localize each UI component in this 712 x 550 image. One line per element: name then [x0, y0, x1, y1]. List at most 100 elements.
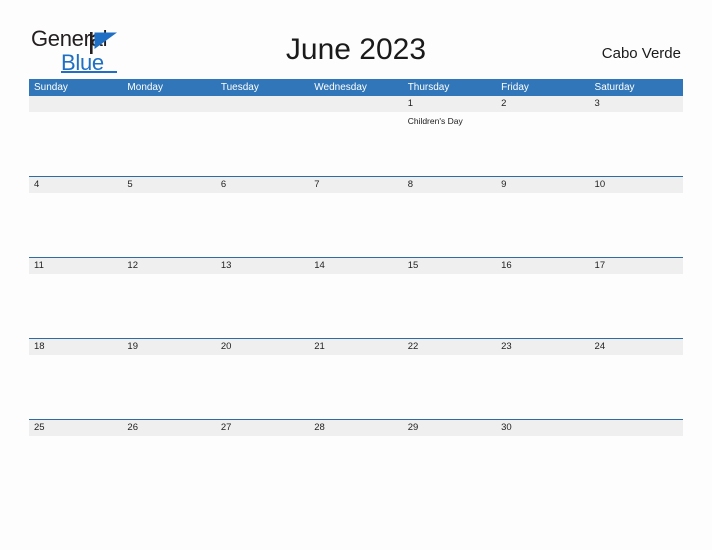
- day-number-band: 27: [215, 420, 310, 436]
- calendar-day-cell[interactable]: 29: [402, 420, 497, 500]
- day-number: 27: [220, 422, 232, 433]
- day-number: 19: [127, 341, 138, 352]
- day-number: 12: [127, 260, 138, 271]
- calendar-day-cell-empty: [215, 96, 310, 176]
- calendar-day-cell[interactable]: 17: [589, 258, 683, 338]
- day-number: 10: [594, 179, 606, 190]
- day-number: 29: [407, 422, 419, 433]
- day-number: 23: [501, 341, 512, 352]
- calendar-day-cell[interactable]: 20: [215, 339, 310, 419]
- day-number: 21: [314, 341, 325, 352]
- calendar-day-cell[interactable]: 30: [496, 420, 590, 500]
- calendar-week-row: 4 5 6 7 8 9 10: [29, 176, 683, 257]
- day-number: 4: [34, 179, 40, 190]
- calendar-week-row: 18 19 20 21 22 23 24: [29, 338, 683, 419]
- weekday-header-saturday: Saturday: [594, 82, 635, 93]
- day-events: Children's Day: [403, 112, 496, 127]
- day-number-band: 8: [402, 177, 497, 193]
- calendar-day-cell[interactable]: 23: [496, 339, 590, 419]
- holiday-event: Children's Day: [407, 116, 463, 126]
- calendar-day-cell[interactable]: 4: [29, 177, 123, 257]
- day-number-band: 22: [402, 339, 497, 355]
- calendar-day-cell[interactable]: 25: [29, 420, 123, 500]
- region-label: Cabo Verde: [601, 45, 681, 62]
- calendar-week-row: 11 12 13 14 15 16 17: [29, 257, 683, 338]
- day-number-band: 12: [122, 258, 216, 274]
- day-number: 20: [220, 341, 232, 352]
- calendar-day-cell[interactable]: 21: [309, 339, 403, 419]
- day-number-band: 18: [29, 339, 123, 355]
- day-number-band: [29, 96, 123, 112]
- calendar-day-cell[interactable]: 1 Children's Day: [402, 96, 497, 176]
- day-number-band: 1: [402, 96, 497, 112]
- calendar-day-cell[interactable]: 14: [309, 258, 403, 338]
- day-number: 8: [407, 179, 413, 190]
- day-number-band: 6: [215, 177, 310, 193]
- day-number-band: 30: [496, 420, 590, 436]
- calendar-day-cell[interactable]: 13: [215, 258, 310, 338]
- day-number: 7: [314, 179, 320, 190]
- calendar-weeks: 1 Children's Day 2 3 4 5 6 7 8 9 10 11 12 13 14 15 16 17 1…: [29, 96, 683, 500]
- day-number: 30: [501, 422, 512, 433]
- calendar-day-cell[interactable]: 6: [215, 177, 310, 257]
- calendar-day-cell[interactable]: 10: [589, 177, 683, 257]
- day-number-band: 23: [496, 339, 590, 355]
- day-number-band: 5: [122, 177, 216, 193]
- day-number-band: 24: [589, 339, 683, 355]
- day-number: 22: [407, 341, 419, 352]
- weekday-header-thursday: Thursday: [407, 82, 450, 93]
- calendar-day-cell-empty: [29, 96, 123, 176]
- day-number-band: 10: [589, 177, 683, 193]
- day-number: 3: [594, 98, 600, 109]
- day-number-band: [589, 420, 683, 436]
- day-number: 28: [314, 422, 325, 433]
- day-number-band: 19: [122, 339, 216, 355]
- day-number: 2: [501, 98, 507, 109]
- calendar-day-cell[interactable]: 18: [29, 339, 123, 419]
- day-number-band: 2: [496, 96, 590, 112]
- calendar-day-cell[interactable]: 7: [309, 177, 403, 257]
- calendar-day-cell[interactable]: 3: [589, 96, 683, 176]
- calendar-day-cell[interactable]: 12: [122, 258, 216, 338]
- calendar-day-cell[interactable]: 27: [215, 420, 310, 500]
- calendar-day-cell[interactable]: 9: [496, 177, 590, 257]
- day-number-band: [215, 96, 310, 112]
- day-number: 18: [34, 341, 45, 352]
- calendar-day-cell[interactable]: 5: [122, 177, 216, 257]
- page-header: General Blue June 2023 Cabo Verde: [0, 0, 712, 79]
- day-number: 14: [314, 260, 325, 271]
- day-number-band: 25: [29, 420, 123, 436]
- day-number: 13: [220, 260, 232, 271]
- day-number: 15: [407, 260, 419, 271]
- weekday-header-friday: Friday: [501, 82, 529, 93]
- day-number: 24: [594, 341, 606, 352]
- logo-underline: [61, 71, 117, 73]
- calendar-day-cell[interactable]: 19: [122, 339, 216, 419]
- day-number-band: 13: [215, 258, 310, 274]
- day-number-band: 11: [29, 258, 123, 274]
- day-number-band: 15: [402, 258, 497, 274]
- weekday-header-tuesday: Tuesday: [220, 82, 259, 93]
- weekday-header-monday: Monday: [127, 82, 163, 93]
- day-number: 11: [34, 260, 44, 271]
- day-number: 26: [127, 422, 138, 433]
- calendar-day-cell[interactable]: 26: [122, 420, 216, 500]
- calendar-day-cell[interactable]: 8: [402, 177, 497, 257]
- day-number-band: 29: [402, 420, 497, 436]
- calendar-day-cell[interactable]: 24: [589, 339, 683, 419]
- weekday-header-row: Sunday Monday Tuesday Wednesday Thursday Frid…: [29, 79, 683, 96]
- day-number-band: [122, 96, 216, 112]
- day-number-band: 14: [309, 258, 403, 274]
- calendar-day-cell-empty: [309, 96, 403, 176]
- calendar-week-row: 25 26 27 28 29 30: [29, 419, 683, 500]
- calendar-day-cell[interactable]: 2: [496, 96, 590, 176]
- calendar-grid: Sunday Monday Tuesday Wednesday Thursday Frid…: [29, 79, 683, 500]
- day-number-band: 3: [589, 96, 683, 112]
- calendar-day-cell[interactable]: 28: [309, 420, 403, 500]
- calendar-day-cell[interactable]: 22: [402, 339, 497, 419]
- day-number-band: 20: [215, 339, 310, 355]
- calendar-day-cell[interactable]: 16: [496, 258, 590, 338]
- calendar-day-cell[interactable]: 15: [402, 258, 497, 338]
- day-number-band: 16: [496, 258, 590, 274]
- calendar-day-cell[interactable]: 11: [29, 258, 123, 338]
